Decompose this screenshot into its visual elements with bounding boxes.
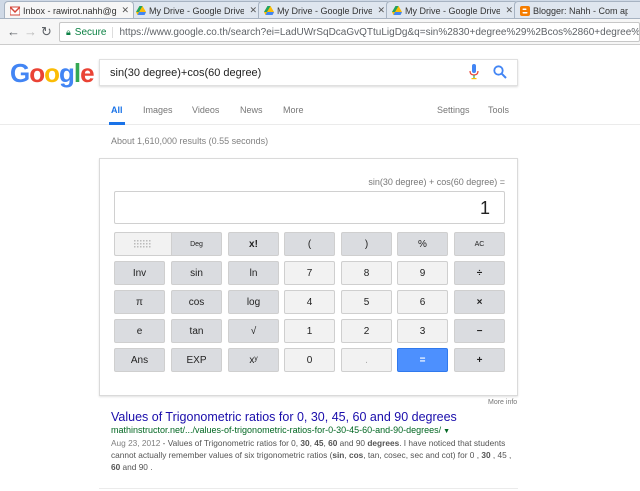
deg-toggle[interactable]: Deg [171,232,222,256]
address-bar[interactable]: 🔒︎ Secure https://www.google.co.th/searc… [59,22,640,42]
search-input[interactable]: sin(30 degree)+cos(60 degree) [99,59,518,86]
close-icon[interactable]: ✕ [121,5,129,16]
ans-button[interactable]: Ans [114,348,165,372]
close-icon[interactable]: ✕ [505,5,513,16]
tab-label: My Drive - Google Drive [149,5,244,16]
plus-button[interactable]: + [454,348,505,372]
tan-button[interactable]: tan [171,319,222,343]
tab-drive-3[interactable]: My Drive - Google Drive ✕ [386,1,518,18]
secure-label: Secure [75,26,114,38]
three-button[interactable]: 3 [397,319,448,343]
factorial-button[interactable]: x! [228,232,279,256]
drive-icon [392,6,402,15]
tab-gmail[interactable]: Inbox - rawirot.nahh@g ✕ [4,1,134,18]
right-paren-button[interactable]: ) [341,232,392,256]
tab-images[interactable]: Images [143,105,173,115]
sqrt-button[interactable]: √ [228,319,279,343]
grid-dots-icon [134,240,151,248]
tab-blogger[interactable]: Blogger: Nahh - Com ap [514,1,640,18]
two-button[interactable]: 2 [341,319,392,343]
browser-tab-strip: Inbox - rawirot.nahh@g ✕ My Drive - Goog… [0,0,640,19]
tab-tools[interactable]: Tools [488,105,509,115]
tab-label: Inbox - rawirot.nahh@g [23,5,117,16]
calculator-expression: sin(30 degree) + cos(60 degree) = [368,177,505,187]
close-icon[interactable]: ✕ [249,5,257,16]
calculator-result: 1 [479,198,490,218]
inverse-button[interactable]: Inv [114,261,165,285]
nine-button[interactable]: 9 [397,261,448,285]
tab-more[interactable]: More [283,105,304,115]
six-button[interactable]: 6 [397,290,448,314]
tab-label: My Drive - Google Drive [405,5,500,16]
caret-down-icon[interactable]: ▼ [443,428,450,435]
tab-drive-2[interactable]: My Drive - Google Drive ✕ [258,1,390,18]
sin-button[interactable]: sin [171,261,222,285]
result-title-link[interactable]: Values of Trigonometric ratios for 0, 30… [111,410,457,424]
log-button[interactable]: log [228,290,279,314]
drive-icon [136,6,146,15]
drive-icon [264,6,274,15]
tab-label: My Drive - Google Drive [277,5,372,16]
microphone-icon[interactable] [469,64,479,80]
tab-label: Blogger: Nahh - Com ap [533,5,628,16]
divide-button[interactable]: ÷ [454,261,505,285]
back-arrow-icon[interactable]: ← [7,24,20,40]
equals-button[interactable]: = [397,348,448,372]
power-button[interactable]: xʸ [228,348,279,372]
result-snippet: Aug 23, 2012 - Values of Trigonometric r… [111,438,512,472]
seven-button[interactable]: 7 [284,261,335,285]
percent-button[interactable]: % [397,232,448,256]
gmail-icon [10,6,20,16]
exp-button[interactable]: EXP [171,348,222,372]
decimal-button[interactable]: . [341,348,392,372]
divider [99,488,518,489]
reload-icon[interactable]: ↻ [41,24,52,40]
google-logo[interactable]: Google [10,58,95,89]
pi-button[interactable]: π [114,290,165,314]
blogger-icon [520,6,530,16]
result-stats: About 1,610,000 results (0.55 seconds) [111,136,269,146]
four-button[interactable]: 4 [284,290,335,314]
more-info-link[interactable]: More info [488,399,517,406]
cos-button[interactable]: cos [171,290,222,314]
left-paren-button[interactable]: ( [284,232,335,256]
lock-icon: 🔒︎ [66,26,71,37]
rad-toggle[interactable] [114,232,171,256]
url-text[interactable]: https://www.google.co.th/search?ei=LadUW… [119,27,639,38]
forward-arrow-icon[interactable]: → [24,24,37,40]
calculator-display: 1 [114,191,505,224]
eight-button[interactable]: 8 [341,261,392,285]
search-query: sin(30 degree)+cos(60 degree) [110,66,262,79]
minus-button[interactable]: − [454,319,505,343]
result-url: mathinstructor.net/.../values-of-trigono… [111,425,450,435]
calculator-card: sin(30 degree) + cos(60 degree) = 1 Deg … [99,158,518,396]
tab-news[interactable]: News [240,105,263,115]
close-icon[interactable]: ✕ [377,5,385,16]
search-nav: All Images Videos News More Settings Too… [0,95,640,125]
clear-button[interactable]: AC [454,232,505,256]
result-url-text: mathinstructor.net/.../values-of-trigono… [111,425,442,435]
tab-drive-1[interactable]: My Drive - Google Drive ✕ [130,1,262,18]
tab-settings[interactable]: Settings [437,105,470,115]
result-date: Aug 23, 2012 [111,438,161,448]
ln-button[interactable]: ln [228,261,279,285]
e-button[interactable]: e [114,319,165,343]
tab-all[interactable]: All [109,105,124,125]
tab-videos[interactable]: Videos [192,105,219,115]
zero-button[interactable]: 0 [284,348,335,372]
one-button[interactable]: 1 [284,319,335,343]
multiply-button[interactable]: × [454,290,505,314]
five-button[interactable]: 5 [341,290,392,314]
search-icon[interactable] [493,65,507,79]
browser-toolbar: ← → ↻ 🔒︎ Secure https://www.google.co.th… [0,19,640,45]
